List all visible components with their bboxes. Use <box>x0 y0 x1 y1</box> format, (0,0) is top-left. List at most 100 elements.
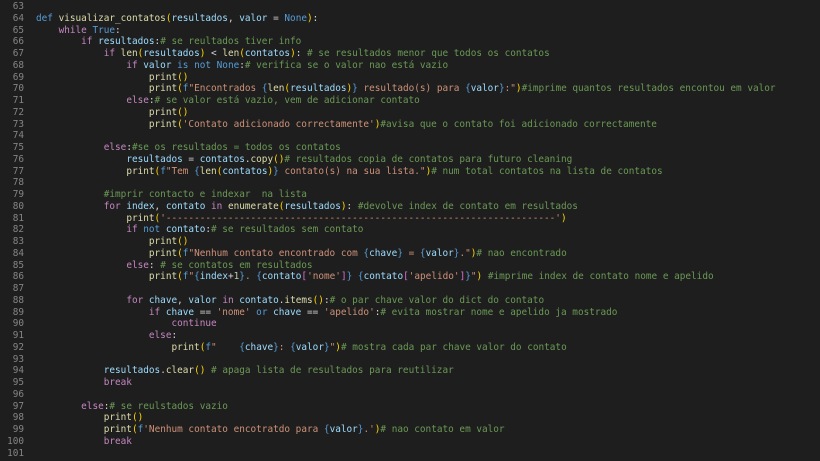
code-editor[interactable]: 63 64 def visualizar_contatos(resultados, … <box>0 0 820 461</box>
code-line[interactable]: 72 print() <box>0 107 820 119</box>
code-token: else <box>148 330 172 341</box>
code-token: break <box>103 435 132 447</box>
code-token: contato <box>165 224 206 236</box>
code-token: print <box>148 106 178 118</box>
line-number: 66 <box>12 36 24 48</box>
code-token: " <box>211 341 240 353</box>
code-line[interactable]: 63 <box>0 1 820 13</box>
code-line[interactable]: 101 <box>0 448 820 460</box>
line-number: 73 <box>12 118 24 130</box>
code-text: if len(resultados) < len(contatos): # se… <box>36 48 550 60</box>
line-number: 92 <box>12 341 24 353</box>
code-text: print() <box>36 412 144 424</box>
code-token: len <box>199 165 217 177</box>
line-number: 79 <box>12 189 24 200</box>
code-text: for chave, valor in contato.items():# o … <box>36 295 544 307</box>
code-line[interactable]: 95 break <box>0 377 820 389</box>
code-line[interactable]: 90 continue <box>0 318 820 330</box>
line-number: 84 <box>12 247 24 259</box>
code-line[interactable]: 79 #imprir contacto e indexar na lista <box>0 189 820 201</box>
code-line[interactable]: 97 else:# se reulstados vazio <box>0 401 820 413</box>
code-line[interactable]: 64 def visualizar_contatos(resultados, va… <box>0 13 820 25</box>
code-line[interactable]: 86 print(f"{index+1}. {contato['nome']} … <box>0 271 820 283</box>
code-token: if <box>126 224 144 236</box>
code-text: else:#se os resultados = todos os contat… <box>36 142 341 154</box>
code-token: contato <box>261 271 302 283</box>
code-token: len <box>267 83 285 95</box>
code-line[interactable]: 88 for chave, valor in contato.items():#… <box>0 295 820 307</box>
code-token: , <box>177 294 189 306</box>
code-text: continue <box>36 318 216 330</box>
code-token: # o par chave valor do dict do contato <box>329 294 545 306</box>
code-line[interactable]: 93 <box>0 354 820 366</box>
code-token: if <box>81 36 99 48</box>
code-line[interactable]: 92 print(f" {chave}: {valor}")# mostra c… <box>0 342 820 354</box>
code-line[interactable]: 65 while True: <box>0 25 820 37</box>
code-token: # verifica se o valor nao está vazio <box>244 59 449 71</box>
code-token: .' <box>363 424 375 435</box>
code-token: # se valor está vazio, vem de adicionar … <box>154 95 420 106</box>
code-line[interactable]: 82 if not contato:# se resultados sem co… <box>0 224 820 236</box>
code-line[interactable]: 78 <box>0 177 820 189</box>
code-line[interactable]: 98 print() <box>0 412 820 424</box>
code-token: () <box>177 236 189 247</box>
line-number: 71 <box>12 95 24 106</box>
code-token: print <box>148 271 178 283</box>
code-token: # num total contatos na lista de contato… <box>431 165 663 177</box>
code-line[interactable]: 87 <box>0 283 820 295</box>
code-line[interactable]: 76 resultados = contatos.copy()# resulta… <box>0 154 820 166</box>
code-line[interactable]: 69 print() <box>0 72 820 84</box>
code-token: '---------------------------------------… <box>160 212 561 224</box>
code-token: resultados <box>143 48 200 59</box>
code-line[interactable]: 77 print(f"Tem {len(contatos)} contato(s… <box>0 166 820 178</box>
code-line[interactable]: 70 print(f"Encontrados {len(resultados)}… <box>0 83 820 95</box>
code-line[interactable]: 99 print(f'Nenhum contato encotratdo par… <box>0 424 820 436</box>
code-line[interactable]: 74 <box>0 130 820 142</box>
code-line[interactable]: 73 print('Contato adicionado correctamen… <box>0 119 820 131</box>
code-token: :" <box>504 83 516 95</box>
code-token: contato(s) na sua lista." <box>278 165 426 177</box>
code-token: # se reulstados vazio <box>109 400 228 412</box>
line-number: 80 <box>12 200 24 212</box>
code-token: contatos <box>199 153 245 165</box>
code-line[interactable]: 75 else:#se os resultados = todos os con… <box>0 142 820 154</box>
code-line[interactable]: 83 print() <box>0 236 820 248</box>
code-token: 'nome' <box>216 306 251 318</box>
code-line[interactable]: 85 else: # se contatos em resultados <box>0 260 820 272</box>
line-number: 67 <box>12 48 24 59</box>
code-token: resultados <box>103 365 161 377</box>
code-line[interactable]: 96 <box>0 389 820 401</box>
code-token: # se resultados menor que todos os conta… <box>307 48 550 59</box>
code-line[interactable]: 71 else:# se valor está vazio, vem de ad… <box>0 95 820 107</box>
code-line[interactable]: 89 if chave == 'nome' or chave == 'apeli… <box>0 307 820 319</box>
code-token: 'Nenhum contato encotratdo para <box>143 424 324 435</box>
code-token: # se resultados sem contato <box>211 224 364 236</box>
code-line[interactable]: 67 if len(resultados) < len(contatos): #… <box>0 48 820 60</box>
code-line[interactable]: 94 resultados.clear() # apaga lista de r… <box>0 365 820 377</box>
code-token: chave <box>273 306 302 318</box>
code-line[interactable]: 80 for index, contato in enumerate(resul… <box>0 201 820 213</box>
code-line[interactable]: 100 break <box>0 436 820 448</box>
code-line[interactable]: 68 if valor is not None:# verifica se o … <box>0 60 820 72</box>
code-line[interactable]: 81 print('------------------------------… <box>0 213 820 225</box>
code-line[interactable]: 91 else: <box>0 330 820 342</box>
code-token: print <box>126 165 155 177</box>
code-token: chave <box>244 341 274 353</box>
code-token: is not None <box>177 59 240 71</box>
code-token: == <box>194 306 217 318</box>
code-line[interactable]: 66 if resultados:# se reultados tiver in… <box>0 36 820 48</box>
line-number: 98 <box>12 412 24 424</box>
code-line[interactable]: 84 print(f"Nenhum contato encontrado com… <box>0 248 820 260</box>
code-token: # resultados copia de contatos para futu… <box>284 153 573 165</box>
code-text: else: <box>36 330 177 342</box>
line-number: 90 <box>12 318 24 330</box>
code-token: = <box>402 247 420 259</box>
